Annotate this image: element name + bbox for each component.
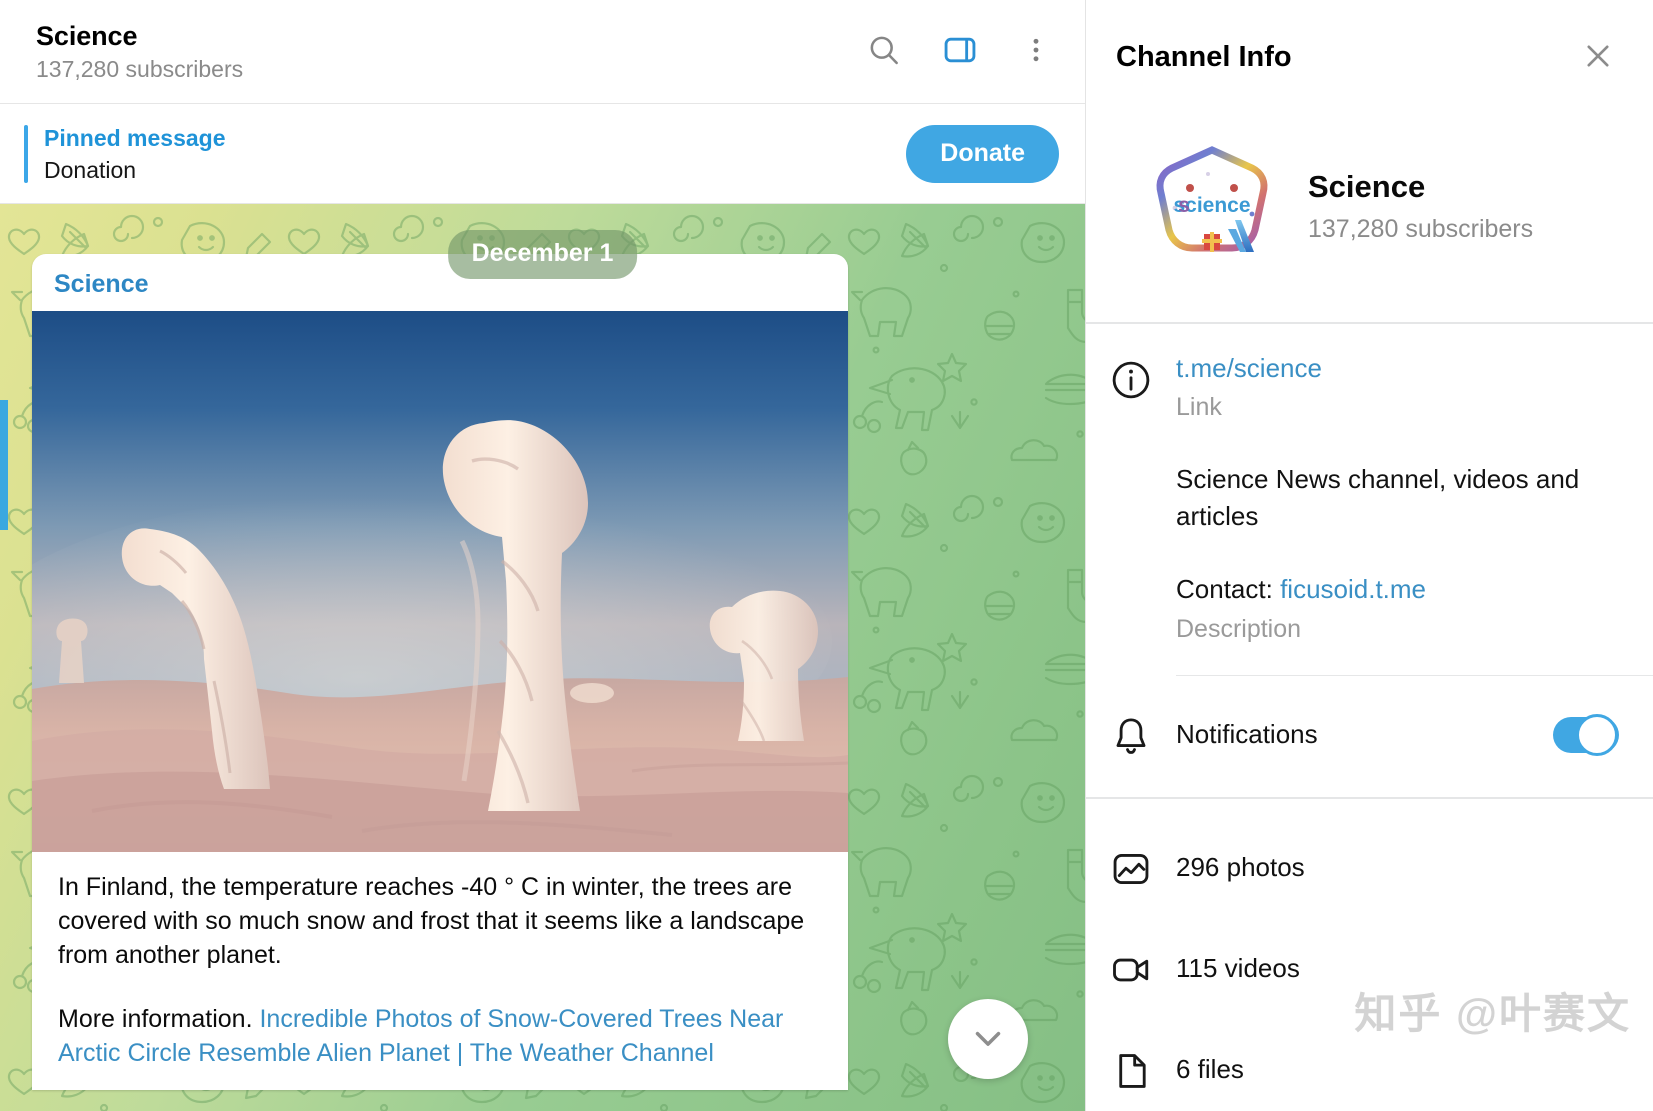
bell-icon-column — [1086, 706, 1176, 763]
channel-link-label: Link — [1176, 393, 1222, 421]
channel-link-row[interactable]: t.me/science Link Science News channel, … — [1086, 350, 1653, 647]
notifications-toggle[interactable] — [1553, 713, 1619, 756]
media-row-videos[interactable]: 115 videos — [1086, 940, 1653, 1041]
channel-info-title: Channel Info — [1116, 40, 1292, 73]
contact-prefix: Contact: — [1176, 574, 1281, 604]
more-info-prefix: More information. — [58, 1005, 260, 1033]
photo-icon — [1109, 847, 1153, 896]
chat-header: Science 137,280 subscribers — [0, 0, 1085, 104]
chat-title: Science — [36, 20, 138, 51]
media-row-photos[interactable]: 296 photos — [1086, 839, 1653, 940]
message-paragraph-2: More information. Incredible Photos of S… — [32, 972, 848, 1090]
avatar[interactable]: science s — [1142, 134, 1282, 274]
channel-info-header: Channel Info — [1086, 0, 1653, 114]
bell-icon — [1109, 714, 1153, 763]
video-icon-column — [1086, 940, 1176, 997]
channel-details-block: t.me/science Link Science News channel, … — [1086, 324, 1653, 797]
pinned-text-group: Pinned message Donation — [44, 123, 906, 185]
close-icon — [1581, 39, 1615, 76]
chat-header-titles: Science 137,280 subscribers — [36, 19, 861, 85]
toggle-knob — [1576, 713, 1618, 756]
channel-contact-line: Contact: ficusoid.t.me — [1176, 571, 1619, 608]
video-icon — [1109, 948, 1153, 997]
shared-media-list: 296 photos 115 videos 6 files — [1086, 799, 1653, 1111]
pinned-message-label: Pinned message — [44, 124, 226, 151]
science-logo-icon: science s — [1156, 146, 1268, 252]
search-button[interactable] — [861, 29, 907, 75]
file-icon — [1109, 1049, 1153, 1098]
message-author[interactable]: Science — [32, 254, 848, 311]
pinned-message-bar[interactable]: Pinned message Donation Donate — [0, 104, 1085, 204]
channel-profile-row[interactable]: science s Science 137,280 subscribers — [1086, 114, 1653, 322]
info-icon-column — [1086, 350, 1176, 647]
chat-header-actions — [861, 29, 1059, 75]
notifications-row[interactable]: Notifications — [1086, 676, 1653, 797]
search-icon — [866, 32, 902, 71]
chat-column: Science 137,280 subscribers Pinned messa… — [0, 0, 1085, 1111]
more-options-button[interactable] — [1013, 29, 1059, 75]
unread-scroll-strip — [0, 400, 8, 530]
snow-covered-trees-photo — [32, 311, 848, 852]
notifications-label: Notifications — [1176, 719, 1318, 749]
more-vertical-icon — [1021, 33, 1051, 70]
media-label-files: 6 files — [1176, 1054, 1244, 1084]
chat-subscriber-count: 137,280 subscribers — [36, 55, 244, 82]
photo-icon-column — [1086, 839, 1176, 896]
channel-profile-texts: Science 137,280 subscribers — [1308, 163, 1533, 246]
channel-link-value[interactable]: t.me/science — [1176, 350, 1619, 386]
channel-subscribers: 137,280 subscribers — [1308, 214, 1534, 243]
close-panel-button[interactable] — [1573, 32, 1623, 82]
scroll-to-bottom-button[interactable] — [948, 999, 1028, 1079]
pinned-stripe — [24, 124, 28, 183]
message-bubble[interactable]: Science In Finland, the temperature reac… — [32, 254, 848, 1090]
message-photo[interactable] — [32, 311, 848, 852]
media-label-photos: 296 photos — [1176, 852, 1305, 882]
toggle-info-panel-button[interactable] — [937, 29, 983, 75]
message-paragraph-1: In Finland, the temperature reaches -40 … — [58, 873, 805, 969]
file-icon-column — [1086, 1041, 1176, 1098]
info-circle-icon — [1109, 358, 1153, 647]
media-label-videos: 115 videos — [1176, 953, 1300, 983]
sidebar-panel-icon — [941, 31, 979, 72]
channel-description-text: Science News channel, videos and article… — [1176, 464, 1580, 531]
svg-text:s: s — [1178, 194, 1190, 217]
channel-link-content: t.me/science Link Science News channel, … — [1176, 350, 1653, 647]
pinned-message-body: Donation — [44, 156, 137, 183]
contact-link[interactable]: ficusoid.t.me — [1280, 574, 1426, 604]
chevron-down-icon — [967, 1017, 1009, 1062]
donate-button[interactable]: Donate — [906, 124, 1059, 183]
channel-description-label: Description — [1176, 615, 1302, 643]
channel-info-panel: Channel Info science s Science 137,280 s… — [1085, 0, 1653, 1111]
media-row-files[interactable]: 6 files — [1086, 1041, 1653, 1111]
telegram-window: Science 137,280 subscribers Pinned messa… — [0, 0, 1653, 1111]
channel-name: Science — [1308, 168, 1426, 204]
chat-scroll-area[interactable]: December 1 Science In Finland, the tempe… — [0, 204, 1085, 1111]
date-divider: December 1 — [447, 230, 638, 279]
